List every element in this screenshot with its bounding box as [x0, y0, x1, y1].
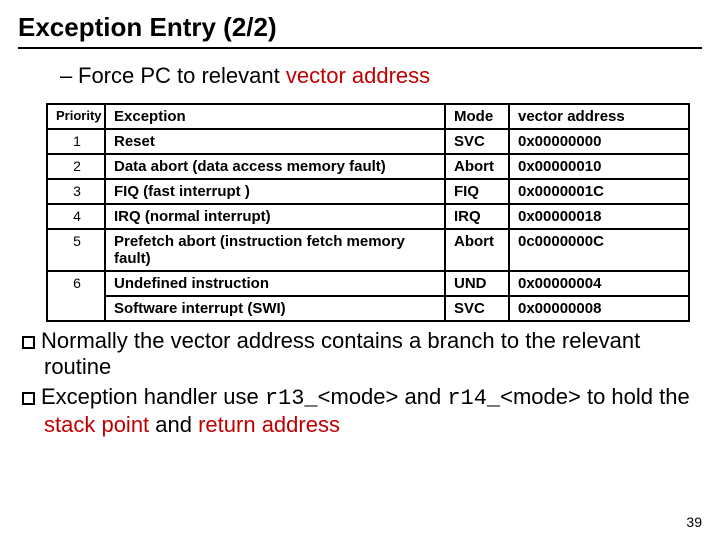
b2-r13: r13_: [265, 386, 318, 411]
table-row: Software interrupt (SWI) SVC 0x00000008: [47, 296, 689, 321]
b2-and: and: [398, 384, 447, 409]
b2-stack: stack point: [44, 412, 149, 437]
sub-bullet-text-red: vector address: [286, 63, 430, 88]
cell-mode: Abort: [445, 229, 509, 271]
cell-addr: 0x00000004: [509, 271, 689, 296]
square-bullet-icon: [22, 336, 35, 349]
cell-exception: Undefined instruction: [105, 271, 445, 296]
table-row: 2 Data abort (data access memory fault) …: [47, 154, 689, 179]
cell-mode: UND: [445, 271, 509, 296]
cell-mode: SVC: [445, 296, 509, 321]
cell-mode: IRQ: [445, 204, 509, 229]
dash-bullet: –: [60, 63, 78, 89]
table-row: 1 Reset SVC 0x00000000: [47, 129, 689, 154]
cell-exception: IRQ (normal interrupt): [105, 204, 445, 229]
cell-exception: Reset: [105, 129, 445, 154]
cell-priority: 4: [47, 204, 105, 229]
th-exception: Exception: [105, 104, 445, 129]
cell-priority: 5: [47, 229, 105, 271]
cell-mode: FIQ: [445, 179, 509, 204]
b2a: Exception handler use: [41, 384, 265, 409]
b2c: and: [149, 412, 198, 437]
bullet-1: Normally the vector address contains a b…: [22, 328, 702, 380]
cell-exception: FIQ (fast interrupt ): [105, 179, 445, 204]
table-row: 6 Undefined instruction UND 0x00000004: [47, 271, 689, 296]
body-bullets: Normally the vector address contains a b…: [22, 328, 702, 438]
square-bullet-icon: [22, 392, 35, 405]
cell-exception: Software interrupt (SWI): [105, 296, 445, 321]
b2b: to hold the: [581, 384, 690, 409]
bullet-1-text: Normally the vector address contains a b…: [41, 328, 640, 379]
cell-exception: Data abort (data access memory fault): [105, 154, 445, 179]
b2-mode2: <mode>: [500, 384, 581, 409]
cell-addr: 0c0000000C: [509, 229, 689, 271]
th-priority: Priority: [47, 104, 105, 129]
cell-priority: 3: [47, 179, 105, 204]
table-header-row: Priority Exception Mode vector address: [47, 104, 689, 129]
table-row: 3 FIQ (fast interrupt ) FIQ 0x0000001C: [47, 179, 689, 204]
cell-priority: 6: [47, 271, 105, 321]
sub-bullet: –Force PC to relevant vector address: [60, 63, 702, 89]
title-rule: [18, 47, 702, 49]
cell-addr: 0x00000008: [509, 296, 689, 321]
cell-mode: SVC: [445, 129, 509, 154]
th-mode: Mode: [445, 104, 509, 129]
cell-mode: Abort: [445, 154, 509, 179]
table-row: 5 Prefetch abort (instruction fetch memo…: [47, 229, 689, 271]
table-row: 4 IRQ (normal interrupt) IRQ 0x00000018: [47, 204, 689, 229]
cell-priority: 2: [47, 154, 105, 179]
th-vector: vector address: [509, 104, 689, 129]
cell-addr: 0x00000000: [509, 129, 689, 154]
cell-priority: 1: [47, 129, 105, 154]
slide-title: Exception Entry (2/2): [18, 12, 702, 43]
bullet-2: Exception handler use r13_<mode> and r14…: [22, 384, 702, 438]
exception-table: Priority Exception Mode vector address 1…: [46, 103, 690, 322]
b2-mode1: <mode>: [318, 384, 399, 409]
page-number: 39: [686, 514, 702, 530]
cell-addr: 0x0000001C: [509, 179, 689, 204]
cell-addr: 0x00000018: [509, 204, 689, 229]
b2-r14: r14_: [447, 386, 500, 411]
slide: Exception Entry (2/2) –Force PC to relev…: [0, 0, 720, 540]
sub-bullet-text-1: Force PC to relevant: [78, 63, 286, 88]
b2-return: return address: [198, 412, 340, 437]
cell-addr: 0x00000010: [509, 154, 689, 179]
cell-exception: Prefetch abort (instruction fetch memory…: [105, 229, 445, 271]
